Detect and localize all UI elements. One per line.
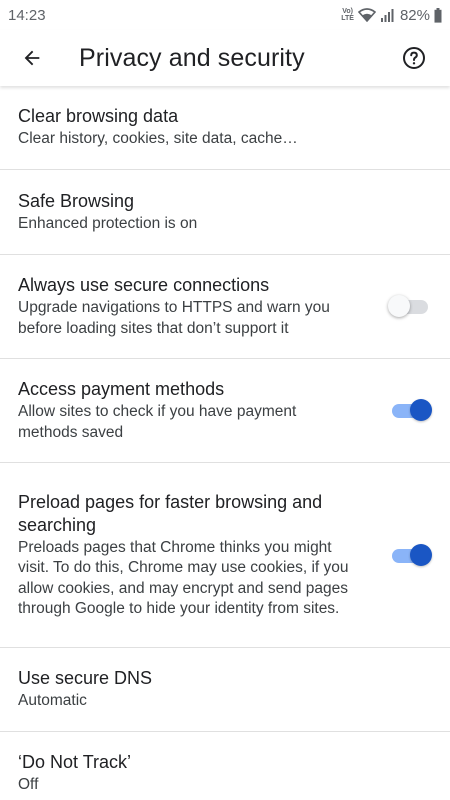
- page-title: Privacy and security: [79, 43, 305, 72]
- app-bar: Privacy and security: [0, 30, 450, 86]
- setting-clear-browsing-data[interactable]: Clear browsing data Clear history, cooki…: [0, 86, 450, 170]
- setting-summary: Preloads pages that Chrome thinks you mi…: [18, 538, 349, 618]
- setting-summary: Clear history, cookies, site data, cache…: [18, 130, 298, 148]
- setting-safe-browsing[interactable]: Safe Browsing Enhanced protection is on: [0, 170, 450, 255]
- setting-summary: Allow sites to check if you have payment…: [18, 403, 297, 441]
- wifi-icon: [357, 8, 376, 22]
- setting-secure-dns[interactable]: Use secure DNS Automatic: [0, 648, 450, 732]
- battery-percent: 82%: [399, 6, 430, 24]
- payment-methods-toggle[interactable]: [392, 399, 432, 421]
- setting-payment-methods[interactable]: Access payment methods Allow sites to ch…: [0, 359, 450, 463]
- signal-icon: [380, 9, 394, 22]
- settings-list: Clear browsing data Clear history, cooki…: [0, 86, 450, 800]
- toggle-knob: [410, 399, 432, 421]
- setting-summary: Upgrade navigations to HTTPS and warn yo…: [18, 299, 330, 337]
- setting-title: Preload pages for faster browsing and se…: [18, 491, 323, 535]
- setting-title: Always use secure connections: [18, 275, 270, 295]
- setting-preload-pages[interactable]: Preload pages for faster browsing and se…: [0, 463, 450, 648]
- setting-secure-connections[interactable]: Always use secure connections Upgrade na…: [0, 255, 450, 359]
- status-icons: Vo) LTE 82%: [341, 7, 442, 24]
- toggle-knob: [388, 295, 410, 317]
- toggle-knob: [410, 544, 432, 566]
- arrow-back-icon: [24, 50, 40, 66]
- volte-indicator: Vo) LTE: [341, 8, 354, 22]
- back-button[interactable]: [2, 30, 62, 86]
- setting-summary: Off: [18, 776, 39, 794]
- status-bar: 14:23 Vo) LTE 82%: [0, 0, 450, 30]
- setting-title: ‘Do Not Track’: [18, 752, 132, 773]
- setting-title: Access payment methods: [18, 379, 225, 399]
- setting-title: Clear browsing data: [18, 106, 179, 127]
- preload-pages-toggle[interactable]: [392, 544, 432, 566]
- status-time: 14:23: [8, 6, 46, 24]
- help-button[interactable]: [390, 30, 438, 86]
- setting-summary: Automatic: [18, 692, 87, 710]
- battery-icon: [434, 7, 442, 23]
- setting-summary: Enhanced protection is on: [18, 214, 198, 232]
- secure-connections-toggle[interactable]: [388, 295, 428, 317]
- setting-do-not-track[interactable]: ‘Do Not Track’ Off: [0, 732, 450, 800]
- help-circle-icon: [403, 47, 425, 69]
- setting-title: Use secure DNS: [18, 668, 153, 689]
- setting-title: Safe Browsing: [18, 190, 135, 211]
